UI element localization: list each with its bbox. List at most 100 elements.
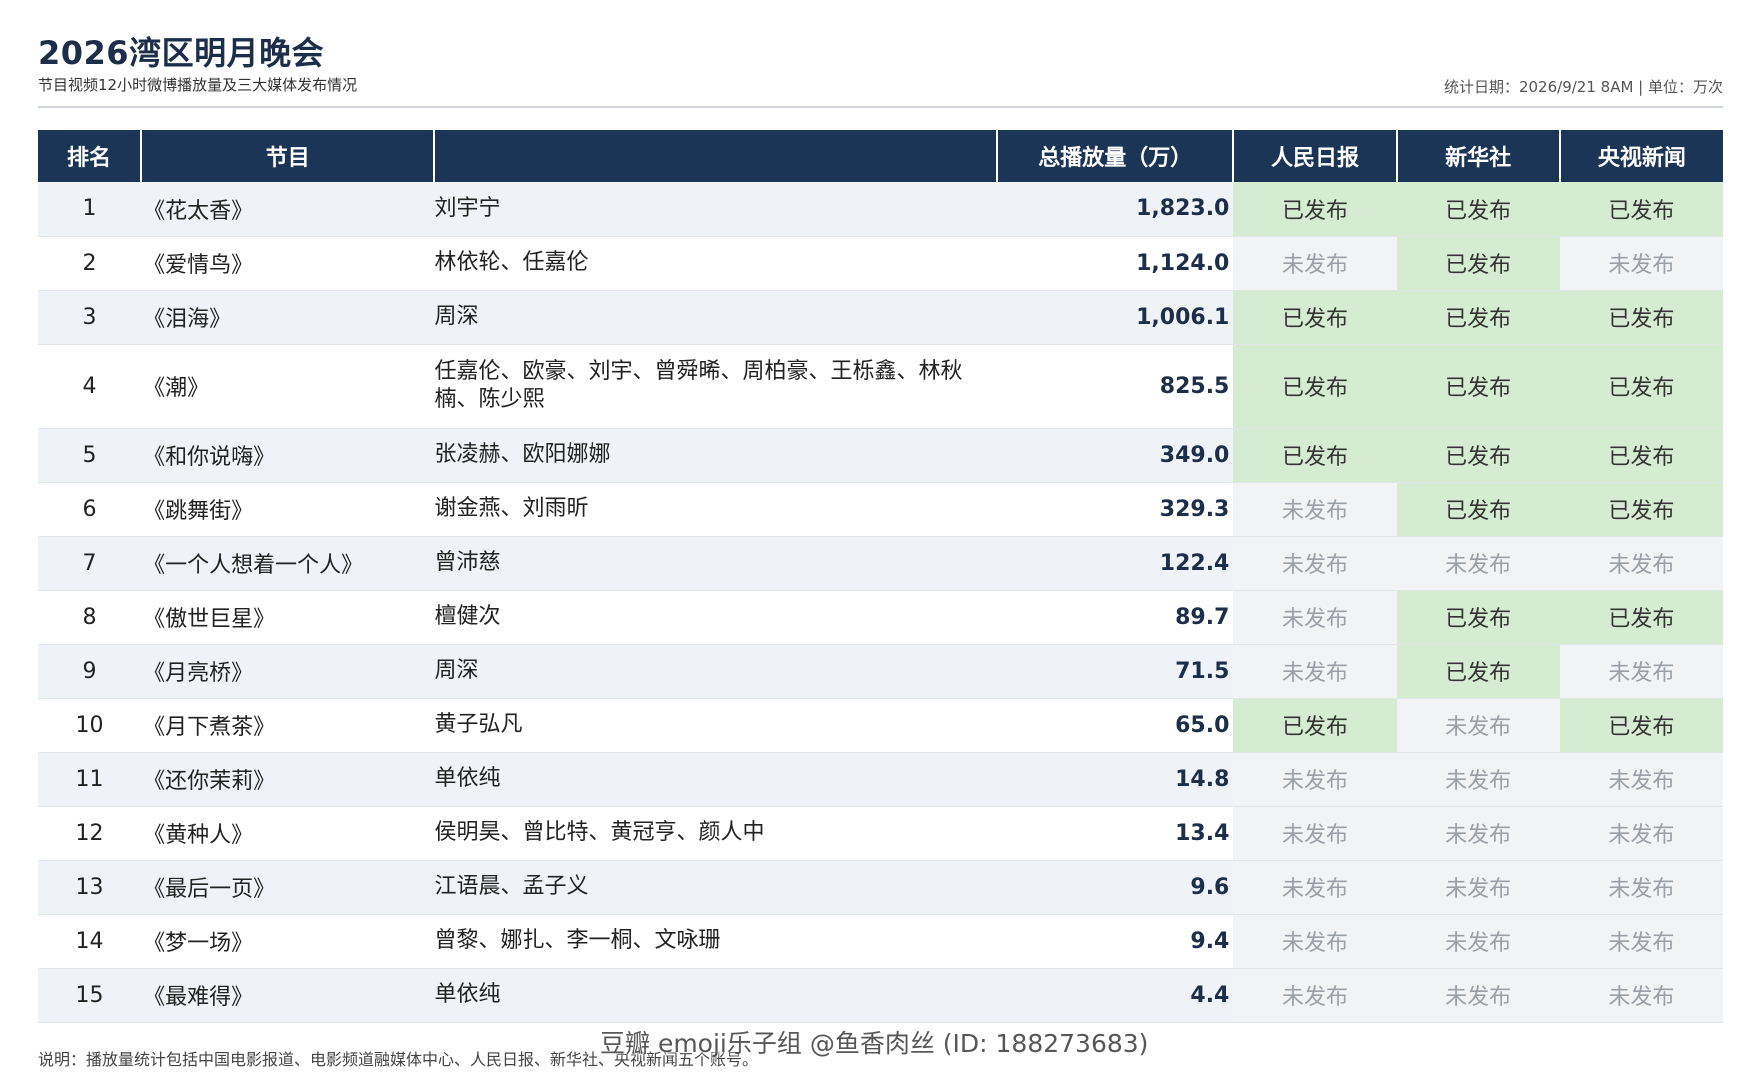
artists-cell: 檀健次 bbox=[434, 590, 998, 645]
program-cell: 《和你说嗨》 bbox=[141, 428, 435, 483]
rank-cell: 12 bbox=[38, 806, 142, 861]
table-row: 1 《花太香》 刘宇宁 1,823.0 已发布 已发布 已发布 bbox=[38, 182, 1723, 237]
table-row: 4 《潮》 任嘉伦、欧豪、刘宇、曾舜晞、周柏豪、王栎鑫、林秋楠、陈少熙 825.5 已发… bbox=[38, 344, 1723, 429]
table-row: 15 《最难得》 单依纯 4.4 未发布 未发布 未发布 bbox=[38, 968, 1723, 1023]
media2-status-cell: 已发布 bbox=[1396, 236, 1560, 291]
table-row: 2 《爱情鸟》 林依轮、任嘉伦 1,124.0 未发布 已发布 未发布 bbox=[38, 236, 1723, 291]
total-plays-cell: 329.3 bbox=[997, 482, 1234, 537]
stats-date-unit: 统计日期：2026/9/21 8AM | 单位：万次 bbox=[1443, 78, 1723, 96]
total-plays-cell: 65.0 bbox=[997, 698, 1234, 753]
column-header-program: 节目 bbox=[141, 130, 436, 182]
artists-cell: 周深 bbox=[434, 290, 998, 345]
program-cell: 《潮》 bbox=[141, 344, 435, 429]
media3-status-cell: 已发布 bbox=[1559, 290, 1723, 345]
program-cell: 《梦一场》 bbox=[141, 914, 435, 969]
program-cell: 《爱情鸟》 bbox=[141, 236, 435, 291]
table-row: 10 《月下煮茶》 黄子弘凡 65.0 已发布 未发布 已发布 bbox=[38, 698, 1723, 753]
program-cell: 《花太香》 bbox=[141, 182, 435, 237]
table-row: 3 《泪海》 周深 1,006.1 已发布 已发布 已发布 bbox=[38, 290, 1723, 345]
media3-status-cell: 未发布 bbox=[1559, 914, 1723, 969]
program-cell: 《一个人想着一个人》 bbox=[141, 536, 435, 591]
artists-cell: 周深 bbox=[434, 644, 998, 699]
media1-status-cell: 未发布 bbox=[1233, 644, 1397, 699]
media2-status-cell: 未发布 bbox=[1396, 914, 1560, 969]
table-row: 8 《傲世巨星》 檀健次 89.7 未发布 已发布 已发布 bbox=[38, 590, 1723, 645]
rank-cell: 2 bbox=[38, 236, 142, 291]
rank-cell: 14 bbox=[38, 914, 142, 969]
ranking-table: 排名 节目 总播放量（万） 人民日报 新华社 央视新闻 1 《花太香》 刘宇宁 1,8… bbox=[38, 130, 1723, 1023]
artists-cell: 张凌赫、欧阳娜娜 bbox=[434, 428, 998, 483]
artists-cell: 谢金燕、刘雨昕 bbox=[434, 482, 998, 537]
program-cell: 《跳舞街》 bbox=[141, 482, 435, 537]
total-plays-cell: 349.0 bbox=[997, 428, 1234, 483]
rank-cell: 3 bbox=[38, 290, 142, 345]
media1-status-cell: 未发布 bbox=[1233, 914, 1397, 969]
page-subtitle: 节目视频12小时微博播放量及三大媒体发布情况 bbox=[38, 76, 358, 94]
rank-cell: 10 bbox=[38, 698, 142, 753]
media2-status-cell: 已发布 bbox=[1396, 482, 1560, 537]
total-plays-cell: 122.4 bbox=[997, 536, 1234, 591]
media3-status-cell: 已发布 bbox=[1559, 182, 1723, 237]
artists-cell: 侯明昊、曾比特、黄冠亨、颜人中 bbox=[434, 806, 998, 861]
table-row: 9 《月亮桥》 周深 71.5 未发布 已发布 未发布 bbox=[38, 644, 1723, 699]
media2-status-cell: 未发布 bbox=[1396, 698, 1560, 753]
program-cell: 《泪海》 bbox=[141, 290, 435, 345]
rank-cell: 9 bbox=[38, 644, 142, 699]
total-plays-cell: 89.7 bbox=[997, 590, 1234, 645]
media2-status-cell: 已发布 bbox=[1396, 344, 1560, 429]
rank-cell: 5 bbox=[38, 428, 142, 483]
media2-status-cell: 已发布 bbox=[1396, 182, 1560, 237]
artists-cell: 曾黎、娜扎、李一桐、文咏珊 bbox=[434, 914, 998, 969]
column-header-rank: 排名 bbox=[38, 130, 143, 182]
media1-status-cell: 已发布 bbox=[1233, 698, 1397, 753]
media1-status-cell: 已发布 bbox=[1233, 290, 1397, 345]
total-plays-cell: 4.4 bbox=[997, 968, 1234, 1023]
media3-status-cell: 未发布 bbox=[1559, 236, 1723, 291]
table-row: 12 《黄种人》 侯明昊、曾比特、黄冠亨、颜人中 13.4 未发布 未发布 未发布 bbox=[38, 806, 1723, 861]
rank-cell: 15 bbox=[38, 968, 142, 1023]
total-plays-cell: 14.8 bbox=[997, 752, 1234, 807]
table-row: 11 《还你茉莉》 单依纯 14.8 未发布 未发布 未发布 bbox=[38, 752, 1723, 807]
media1-status-cell: 未发布 bbox=[1233, 590, 1397, 645]
rank-cell: 13 bbox=[38, 860, 142, 915]
column-header-artists bbox=[434, 130, 999, 182]
total-plays-cell: 71.5 bbox=[997, 644, 1234, 699]
rank-cell: 4 bbox=[38, 344, 142, 429]
media3-status-cell: 已发布 bbox=[1559, 590, 1723, 645]
media3-status-cell: 未发布 bbox=[1559, 536, 1723, 591]
media1-status-cell: 已发布 bbox=[1233, 182, 1397, 237]
media3-status-cell: 未发布 bbox=[1559, 644, 1723, 699]
media3-status-cell: 已发布 bbox=[1559, 428, 1723, 483]
media1-status-cell: 已发布 bbox=[1233, 428, 1397, 483]
watermark: 豆瓣 emoji乐子组 @鱼香肉丝 (ID: 188273683) bbox=[600, 1029, 1149, 1058]
artists-cell: 任嘉伦、欧豪、刘宇、曾舜晞、周柏豪、王栎鑫、林秋楠、陈少熙 bbox=[434, 344, 998, 429]
media3-status-cell: 已发布 bbox=[1559, 698, 1723, 753]
media2-status-cell: 未发布 bbox=[1396, 806, 1560, 861]
table-header-row: 排名 节目 总播放量（万） 人民日报 新华社 央视新闻 bbox=[38, 130, 1723, 182]
media3-status-cell: 未发布 bbox=[1559, 860, 1723, 915]
table-row: 13 《最后一页》 江语晨、孟子义 9.6 未发布 未发布 未发布 bbox=[38, 860, 1723, 915]
media3-status-cell: 已发布 bbox=[1559, 482, 1723, 537]
media3-status-cell: 未发布 bbox=[1559, 752, 1723, 807]
rank-cell: 11 bbox=[38, 752, 142, 807]
media1-status-cell: 未发布 bbox=[1233, 752, 1397, 807]
program-cell: 《月亮桥》 bbox=[141, 644, 435, 699]
media2-status-cell: 未发布 bbox=[1396, 968, 1560, 1023]
table-row: 6 《跳舞街》 谢金燕、刘雨昕 329.3 未发布 已发布 已发布 bbox=[38, 482, 1723, 537]
artists-cell: 曾沛慈 bbox=[434, 536, 998, 591]
column-header-media3: 央视新闻 bbox=[1559, 130, 1723, 182]
media2-status-cell: 已发布 bbox=[1396, 428, 1560, 483]
program-cell: 《黄种人》 bbox=[141, 806, 435, 861]
media2-status-cell: 已发布 bbox=[1396, 644, 1560, 699]
program-cell: 《最难得》 bbox=[141, 968, 435, 1023]
rank-cell: 1 bbox=[38, 182, 142, 237]
media3-status-cell: 已发布 bbox=[1559, 344, 1723, 429]
media1-status-cell: 未发布 bbox=[1233, 860, 1397, 915]
program-cell: 《最后一页》 bbox=[141, 860, 435, 915]
total-plays-cell: 1,006.1 bbox=[997, 290, 1234, 345]
rank-cell: 6 bbox=[38, 482, 142, 537]
total-plays-cell: 1,124.0 bbox=[997, 236, 1234, 291]
header-divider bbox=[38, 106, 1723, 108]
media2-status-cell: 未发布 bbox=[1396, 752, 1560, 807]
total-plays-cell: 825.5 bbox=[997, 344, 1234, 429]
